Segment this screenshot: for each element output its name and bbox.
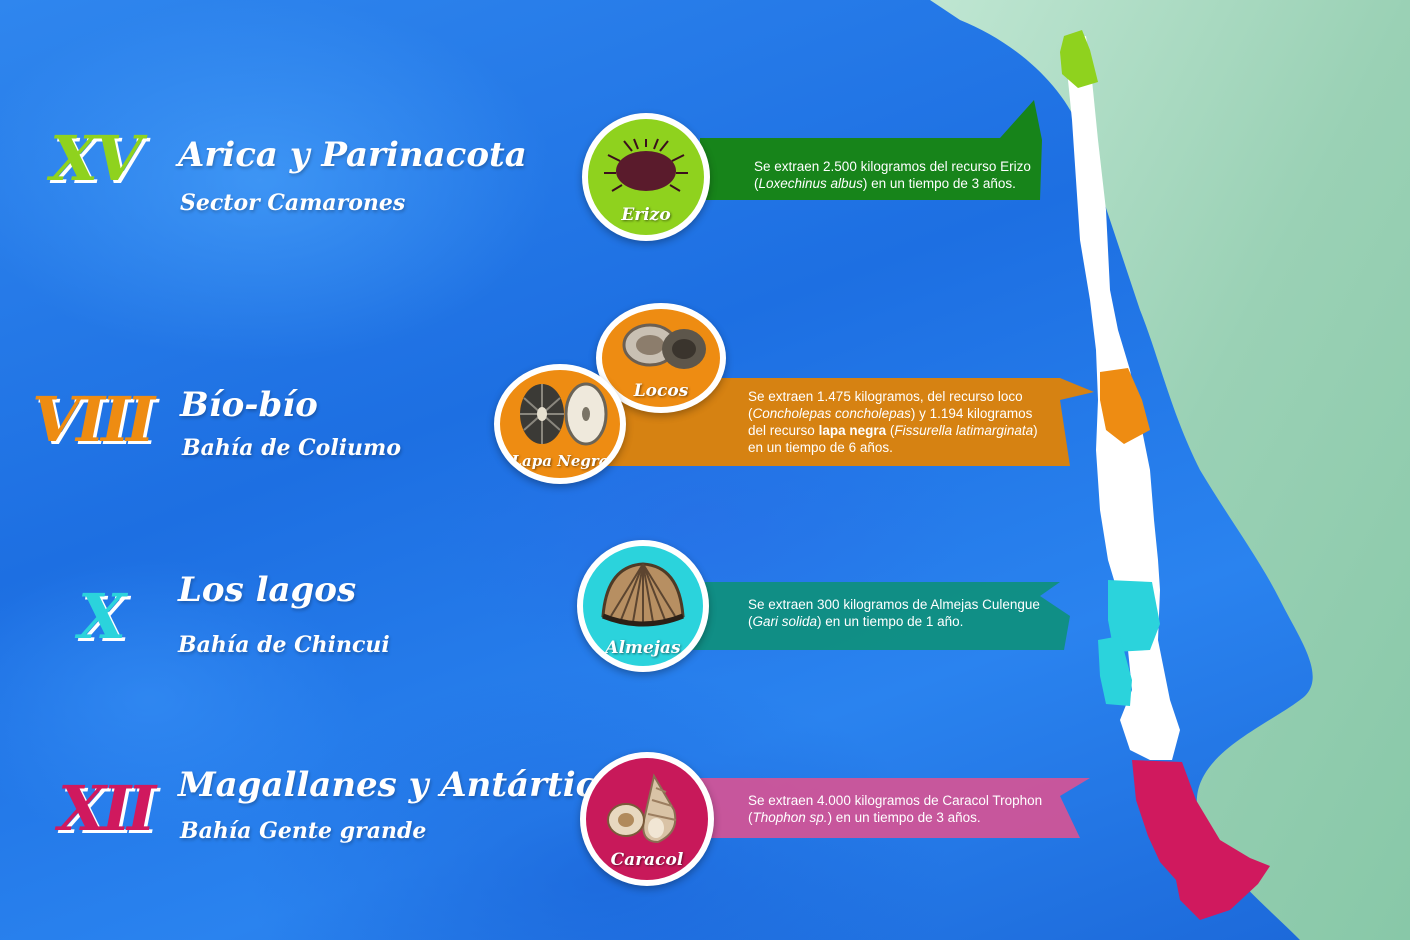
info-text: Se extraen 2.500 kilogramos del recurso …: [754, 159, 1031, 174]
scientific-name: Concholepas concholepas: [752, 406, 911, 421]
abalone-icon: [622, 323, 706, 369]
species-badge-caracol: Caracol: [580, 752, 714, 886]
region-name: Magallanes y Antártica: [178, 765, 619, 805]
species-label: Lapa Negra: [511, 452, 609, 470]
species-label: Almejas: [605, 638, 681, 658]
region-sector: Bahía de Chincui: [178, 632, 390, 658]
region-numeral: XV: [50, 122, 142, 195]
region-numeral: X: [78, 580, 126, 653]
region-sector: Bahía de Coliumo: [182, 435, 402, 461]
scientific-name: Loxechinus albus: [758, 176, 863, 191]
region-name: Bío-bío: [180, 385, 318, 425]
species-label: Erizo: [621, 205, 671, 225]
region-sector: Bahía Gente grande: [180, 818, 427, 844]
info-text: en un tiempo de 6 años.: [748, 440, 893, 455]
info-text: del recurso: [748, 423, 815, 438]
species-badge-almejas: Almejas: [577, 540, 709, 672]
region-numeral: VIII: [32, 383, 155, 456]
species-badge-erizo: Erizo: [582, 113, 710, 241]
info-text: Se extraen 300 kilogramos de Almejas Cul…: [748, 597, 1040, 612]
info-text: Se extraen 1.475 kilogramos, del recurso…: [748, 389, 1023, 404]
clam-icon: [601, 562, 685, 627]
snail-shell-icon: [607, 773, 677, 844]
info-text: ) en un tiempo de 3 años.: [862, 176, 1016, 191]
region-sector: Sector Camarones: [180, 190, 406, 216]
scientific-name: Gari solida: [752, 614, 818, 629]
info-text: Se extraen 4.000 kilogramos de Caracol T…: [748, 793, 1043, 808]
info-text: ) en un tiempo de 1 año.: [817, 614, 964, 629]
region-name: Los lagos: [178, 570, 357, 610]
scientific-name: Fissurella latimarginata: [894, 423, 1034, 438]
sea-urchin-icon: [604, 138, 688, 192]
region-name: Arica y Parinacota: [178, 135, 527, 175]
limpet-icon: [520, 382, 608, 446]
species-label: Caracol: [610, 850, 684, 870]
info-text: y 1.194 kilogramos: [919, 406, 1033, 421]
scientific-name: Thophon sp.: [752, 810, 828, 825]
species-badge-lapa-negra: Lapa Negra: [494, 364, 626, 484]
info-text: ) en un tiempo de 3 años.: [827, 810, 981, 825]
region-numeral: XII: [58, 772, 156, 845]
info-bold: lapa negra: [818, 423, 887, 438]
